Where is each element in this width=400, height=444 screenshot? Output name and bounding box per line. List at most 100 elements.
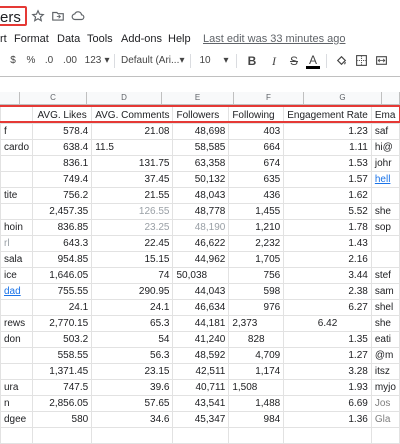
cell-following[interactable]: 1,174 [228, 363, 285, 380]
cell-followers[interactable]: 50,038 [172, 267, 230, 284]
cell-following[interactable]: 4,709 [228, 347, 285, 364]
cell-avg-likes[interactable]: 643.3 [32, 235, 93, 252]
cell-email[interactable]: shel [370, 299, 400, 316]
menu-format[interactable]: Format [14, 30, 49, 48]
header-cell-following[interactable]: Following [228, 106, 285, 124]
cell-following[interactable]: 976 [228, 299, 285, 316]
cell-avg-likes[interactable]: 558.55 [32, 347, 93, 364]
percent-format-button[interactable]: % [26, 54, 36, 68]
cell-following[interactable]: 1,508 [228, 379, 285, 396]
cell-engagement-rate[interactable]: 1.23 [283, 123, 372, 140]
cell-engagement-rate[interactable]: 6.27 [283, 299, 372, 316]
cell-engagement-rate[interactable]: 1.27 [283, 347, 372, 364]
bold-button[interactable]: B [246, 54, 258, 68]
cell-engagement-rate[interactable]: 3.44 [283, 267, 372, 284]
header-cell-avg-comments[interactable]: AVG. Comments [91, 106, 174, 124]
cell-email[interactable] [370, 187, 400, 204]
cell-followers[interactable]: 48,698 [172, 123, 230, 140]
header-cell-email[interactable]: Ema [370, 106, 400, 124]
cell-name[interactable]: tite [0, 187, 34, 204]
cell-avg-comments[interactable]: 54 [91, 331, 174, 348]
cell-following[interactable]: 1,488 [228, 395, 285, 412]
cell-email[interactable]: @m [370, 347, 400, 364]
cell-following[interactable]: 1,455 [228, 203, 285, 220]
cell-following[interactable]: 2,373 [228, 315, 285, 332]
cell-name[interactable]: rews [0, 315, 34, 332]
cloud-status-icon[interactable] [71, 9, 85, 23]
cell-followers[interactable]: 41,240 [172, 331, 230, 348]
cell-name[interactable] [0, 155, 34, 172]
header-cell-name[interactable] [0, 106, 34, 124]
cell-engagement-rate[interactable]: 1.35 [283, 331, 372, 348]
cell-avg-likes[interactable]: 1,646.05 [32, 267, 93, 284]
cell-name[interactable]: dgee [0, 411, 34, 428]
cell-followers[interactable]: 43,541 [172, 395, 230, 412]
cell-following[interactable] [228, 427, 285, 444]
cell-avg-likes[interactable]: 954.85 [32, 251, 93, 268]
cell-avg-likes[interactable]: 578.4 [32, 123, 93, 140]
cell-avg-likes[interactable]: 638.4 [32, 139, 93, 156]
text-color-button[interactable]: A [306, 54, 320, 69]
cell-name[interactable]: n [0, 395, 34, 412]
cell-engagement-rate[interactable]: 1.53 [283, 155, 372, 172]
cell-avg-likes[interactable]: 2,457.35 [32, 203, 93, 220]
cell-avg-likes[interactable]: 836.1 [32, 155, 93, 172]
cell-avg-likes[interactable]: 503.2 [32, 331, 93, 348]
cell-followers[interactable]: 58,585 [172, 139, 230, 156]
font-size-select[interactable]: 10 [198, 54, 212, 68]
merge-cells-icon[interactable] [374, 54, 388, 68]
cell-engagement-rate[interactable]: 2.38 [283, 283, 372, 300]
cell-email[interactable]: Gla [370, 411, 400, 428]
cell-avg-likes[interactable]: 756.2 [32, 187, 93, 204]
cell-avg-comments[interactable]: 15.15 [91, 251, 174, 268]
cell-email[interactable] [370, 427, 400, 444]
cell-name[interactable]: ice [0, 267, 34, 284]
cell-avg-likes[interactable]: 2,856.05 [32, 395, 93, 412]
cell-name[interactable]: sala [0, 251, 34, 268]
cell-engagement-rate[interactable]: 6.69 [283, 395, 372, 412]
more-formats-button[interactable]: 123 [84, 54, 102, 68]
cell-name[interactable]: cardo [0, 139, 34, 156]
cell-followers[interactable]: 48,043 [172, 187, 230, 204]
cell-email[interactable]: Jos [370, 395, 400, 412]
cell-avg-comments[interactable]: 65.3 [91, 315, 174, 332]
cell-followers[interactable]: 44,043 [172, 283, 230, 300]
column-letter-c[interactable]: C [20, 92, 87, 104]
cell-followers[interactable]: 48,592 [172, 347, 230, 364]
cell-following[interactable]: 403 [228, 123, 285, 140]
cell-name[interactable] [0, 347, 34, 364]
cell-engagement-rate[interactable]: 1.36 [283, 411, 372, 428]
cell-email[interactable]: itsz [370, 363, 400, 380]
menu-help[interactable]: Help [168, 30, 191, 48]
cell-following[interactable]: 674 [228, 155, 285, 172]
cell-engagement-rate[interactable]: 5.52 [283, 203, 372, 220]
cell-name[interactable] [0, 299, 34, 316]
cell-avg-comments[interactable]: 21.08 [91, 123, 174, 140]
cell-followers[interactable]: 42,511 [172, 363, 230, 380]
cell-followers[interactable] [172, 427, 230, 444]
cell-following[interactable]: 436 [228, 187, 285, 204]
cell-email[interactable]: myjo [370, 379, 400, 396]
font-family-chevron-icon[interactable]: ▾ [178, 54, 186, 68]
cell-email[interactable]: johr [370, 155, 400, 172]
cell-followers[interactable]: 46,622 [172, 235, 230, 252]
cell-engagement-rate[interactable]: 3.28 [283, 363, 372, 380]
cell-avg-comments[interactable]: 131.75 [91, 155, 174, 172]
font-size-chevron-icon[interactable]: ▾ [222, 54, 230, 68]
cell-avg-comments[interactable]: 57.65 [91, 395, 174, 412]
cell-email[interactable]: hi@ [370, 139, 400, 156]
cell-followers[interactable]: 44,962 [172, 251, 230, 268]
cell-avg-comments[interactable]: 56.3 [91, 347, 174, 364]
cell-avg-comments[interactable] [91, 427, 174, 444]
decrease-decimal-button[interactable]: .0 [42, 54, 56, 68]
cell-email[interactable]: saf [370, 123, 400, 140]
menu-add-ons[interactable]: Add-ons [121, 30, 162, 48]
fill-color-icon[interactable] [334, 54, 348, 68]
cell-avg-likes[interactable]: 836.85 [32, 219, 93, 236]
cell-avg-likes[interactable]: 580 [32, 411, 93, 428]
cell-engagement-rate[interactable]: 1.78 [283, 219, 372, 236]
cell-avg-likes[interactable]: 2,770.15 [32, 315, 93, 332]
cell-email[interactable]: she [370, 203, 400, 220]
cell-following[interactable]: 1,210 [228, 219, 285, 236]
cell-avg-comments[interactable]: 21.55 [91, 187, 174, 204]
